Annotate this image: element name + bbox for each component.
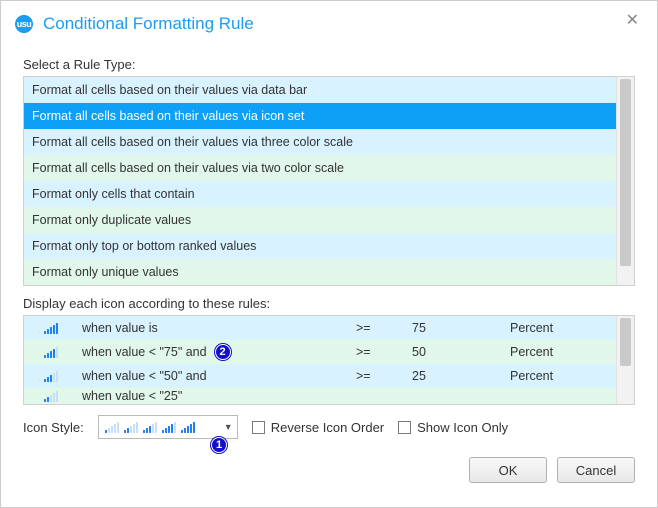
display-rules-label: Display each icon according to these rul…: [23, 296, 635, 311]
rule-condition: when value is: [82, 321, 158, 335]
rule-type-item[interactable]: Format only cells that contain: [24, 181, 616, 207]
checkbox-label: Show Icon Only: [417, 420, 508, 435]
rule-type-item[interactable]: Format only unique values: [24, 259, 616, 285]
show-icon-only-checkbox[interactable]: Show Icon Only: [398, 420, 508, 435]
rule-type-list[interactable]: Format all cells based on their values v…: [24, 77, 616, 285]
cancel-button[interactable]: Cancel: [557, 457, 635, 483]
rule-type: Percent: [502, 345, 616, 359]
checkbox-box: [252, 421, 265, 434]
window-title: Conditional Formatting Rule: [43, 14, 254, 34]
rule-operator: >=: [356, 321, 412, 335]
rule-type-item[interactable]: Format all cells based on their values v…: [24, 129, 616, 155]
icon-style-label: Icon Style:: [23, 420, 84, 435]
signal-bars-icon: [24, 370, 78, 382]
icon-style-select[interactable]: ▼: [98, 415, 238, 439]
rule-condition: when value < "75" and: [82, 345, 207, 359]
rule-condition: when value < "50" and: [82, 369, 207, 383]
close-icon[interactable]: ✕: [620, 11, 645, 31]
app-icon: usu: [15, 15, 33, 33]
signal-bars-icon: [24, 322, 78, 334]
dialog-content: Select a Rule Type: Format all cells bas…: [1, 47, 657, 507]
rule-type-list-wrap: Format all cells based on their values v…: [23, 76, 635, 286]
rule-type-item[interactable]: Format all cells based on their values v…: [24, 77, 616, 103]
icon-rules-list[interactable]: when value is >= 75 Percent when value <…: [24, 316, 616, 404]
rule-operator: >=: [356, 345, 412, 359]
ok-button[interactable]: OK: [469, 457, 547, 483]
checkbox-label: Reverse Icon Order: [271, 420, 384, 435]
icon-rule-row[interactable]: when value < "25": [24, 388, 616, 404]
rule-operator: >=: [356, 369, 412, 383]
rule-condition: when value < "25": [82, 389, 182, 403]
rule-type-item[interactable]: Format only top or bottom ranked values: [24, 233, 616, 259]
select-rule-type-label: Select a Rule Type:: [23, 57, 635, 72]
signal-bars-icon: [24, 390, 78, 402]
icon-rules-scrollbar[interactable]: [616, 316, 634, 404]
signal-bars-icon: [24, 346, 78, 358]
rule-type-scrollbar[interactable]: [616, 77, 634, 285]
rule-type: Percent: [502, 369, 616, 383]
marker-2: 2: [215, 344, 231, 360]
rule-type-item-selected[interactable]: Format all cells based on their values v…: [24, 103, 616, 129]
rule-value: 50: [412, 345, 502, 359]
icon-rules-wrap: when value is >= 75 Percent when value <…: [23, 315, 635, 405]
marker-1: 1: [211, 437, 227, 453]
dialog-window: usu Conditional Formatting Rule ✕ Select…: [0, 0, 658, 508]
checkbox-box: [398, 421, 411, 434]
icon-rule-row[interactable]: when value < "50" and >= 25 Percent: [24, 364, 616, 388]
icon-rule-row[interactable]: when value is >= 75 Percent: [24, 316, 616, 340]
dialog-buttons: OK Cancel: [23, 457, 635, 483]
rule-value: 25: [412, 369, 502, 383]
icon-style-preview: [105, 421, 195, 433]
options-row: Icon Style: ▼ Reverse Icon Order Show Ic…: [23, 415, 635, 439]
rule-type-item[interactable]: Format only duplicate values: [24, 207, 616, 233]
reverse-icon-order-checkbox[interactable]: Reverse Icon Order: [252, 420, 384, 435]
icon-rule-row[interactable]: when value < "75" and 2 >= 50 Percent: [24, 340, 616, 364]
rule-type: Percent: [502, 321, 616, 335]
titlebar: usu Conditional Formatting Rule ✕: [1, 1, 657, 47]
rule-type-item[interactable]: Format all cells based on their values v…: [24, 155, 616, 181]
rule-value: 75: [412, 321, 502, 335]
chevron-down-icon: ▼: [224, 422, 233, 432]
